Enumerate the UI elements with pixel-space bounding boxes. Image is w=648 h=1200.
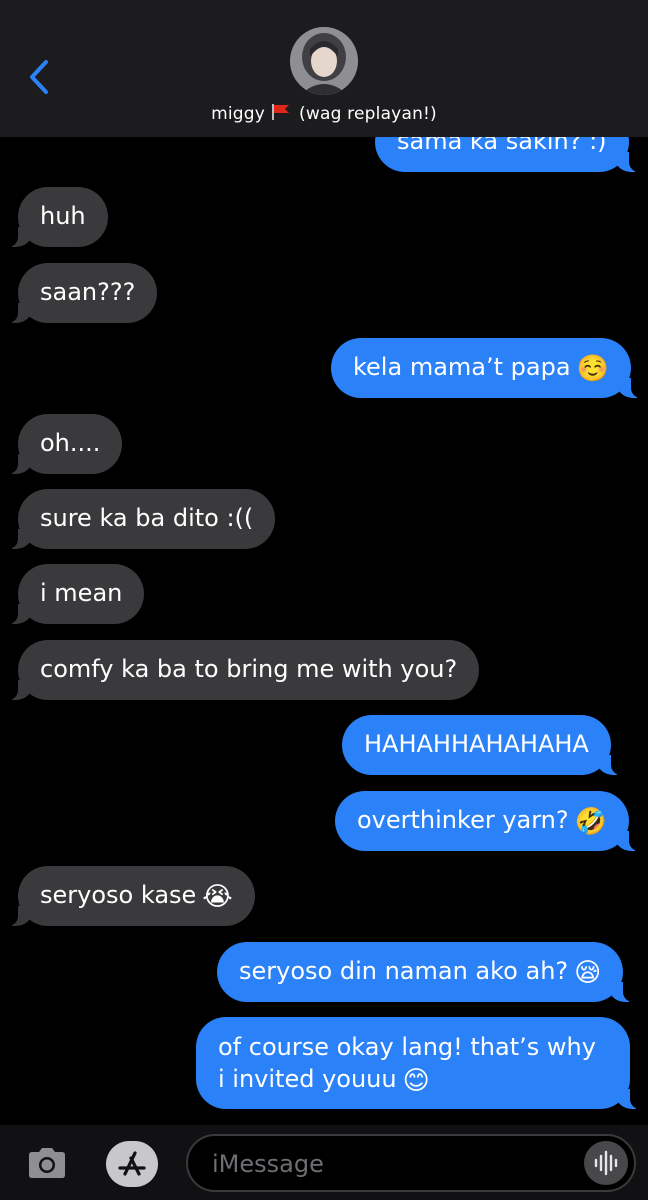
message-text: overthinker yarn? (357, 806, 569, 834)
imessage-conversation: sama ka sakin? :) huh saan??? kela mama’… (0, 0, 648, 1200)
relieved-face-emoji: ☺️ (576, 354, 609, 384)
message-bubble-incoming[interactable]: oh.... (3, 414, 123, 474)
message-text: huh (40, 202, 86, 230)
conversation-header: miggy (wag replayan!) (0, 0, 648, 137)
app-store-button[interactable] (106, 1141, 158, 1187)
message-input-placeholder: iMessage (212, 1150, 324, 1178)
message-text: comfy ka ba to bring me with you? (40, 655, 458, 683)
contact-name-label[interactable]: miggy (wag replayan!) (0, 103, 648, 126)
contact-note: (wag replayan!) (299, 104, 437, 124)
message-text: HAHAHHAHAHAHA (364, 730, 589, 758)
contact-name: miggy (211, 104, 266, 124)
sleepy-face-emoji: 😪 (574, 958, 602, 988)
smiling-face-emoji: 😊 (402, 1066, 430, 1096)
message-text: seryoso din naman ako ah? (239, 957, 569, 985)
app-store-icon (118, 1151, 146, 1176)
message-bubble-outgoing[interactable]: of course okay lang! that’s why i invite… (196, 1017, 644, 1109)
message-text: i mean (40, 579, 123, 607)
message-input[interactable]: iMessage (186, 1134, 636, 1192)
message-text: sure ka ba dito :(( (40, 504, 254, 532)
message-bubble-incoming[interactable]: i mean (3, 564, 145, 624)
message-bubble-outgoing[interactable]: overthinker yarn? 🤣 (335, 791, 644, 851)
message-list[interactable]: sama ka sakin? :) huh saan??? kela mama’… (0, 0, 648, 1125)
camera-button[interactable] (26, 1146, 68, 1180)
back-button[interactable] (24, 52, 60, 102)
message-text: seryoso kase (40, 881, 197, 909)
chevron-left-icon (30, 60, 48, 94)
message-text: oh.... (40, 429, 101, 457)
audio-message-button[interactable] (584, 1141, 628, 1185)
message-bubble-incoming[interactable]: sure ka ba dito :(( (3, 489, 276, 549)
message-bubble-outgoing[interactable]: HAHAHHAHAHAHA (342, 715, 625, 775)
rolling-laughing-emoji: 🤣 (574, 807, 608, 837)
camera-icon (29, 1148, 65, 1178)
message-text: kela mama’t papa (353, 353, 571, 381)
message-bubble-outgoing[interactable]: kela mama’t papa ☺️ (331, 338, 645, 398)
message-text: saan??? (40, 278, 136, 306)
message-bubble-incoming[interactable]: saan??? (3, 263, 158, 323)
contact-avatar[interactable] (290, 27, 358, 95)
red-flag-icon (271, 103, 291, 126)
message-bubble-incoming[interactable]: seryoso kase 😭 (4, 866, 255, 926)
waveform-icon (594, 1150, 618, 1176)
message-bubble-outgoing[interactable]: seryoso din naman ako ah? 😪 (217, 942, 638, 1002)
avatar-photo-icon (290, 27, 358, 95)
message-bubble-incoming[interactable]: comfy ka ba to bring me with you? (3, 640, 480, 700)
message-bubble-incoming[interactable]: huh (4, 187, 108, 247)
crying-face-emoji: 😭 (202, 882, 233, 912)
